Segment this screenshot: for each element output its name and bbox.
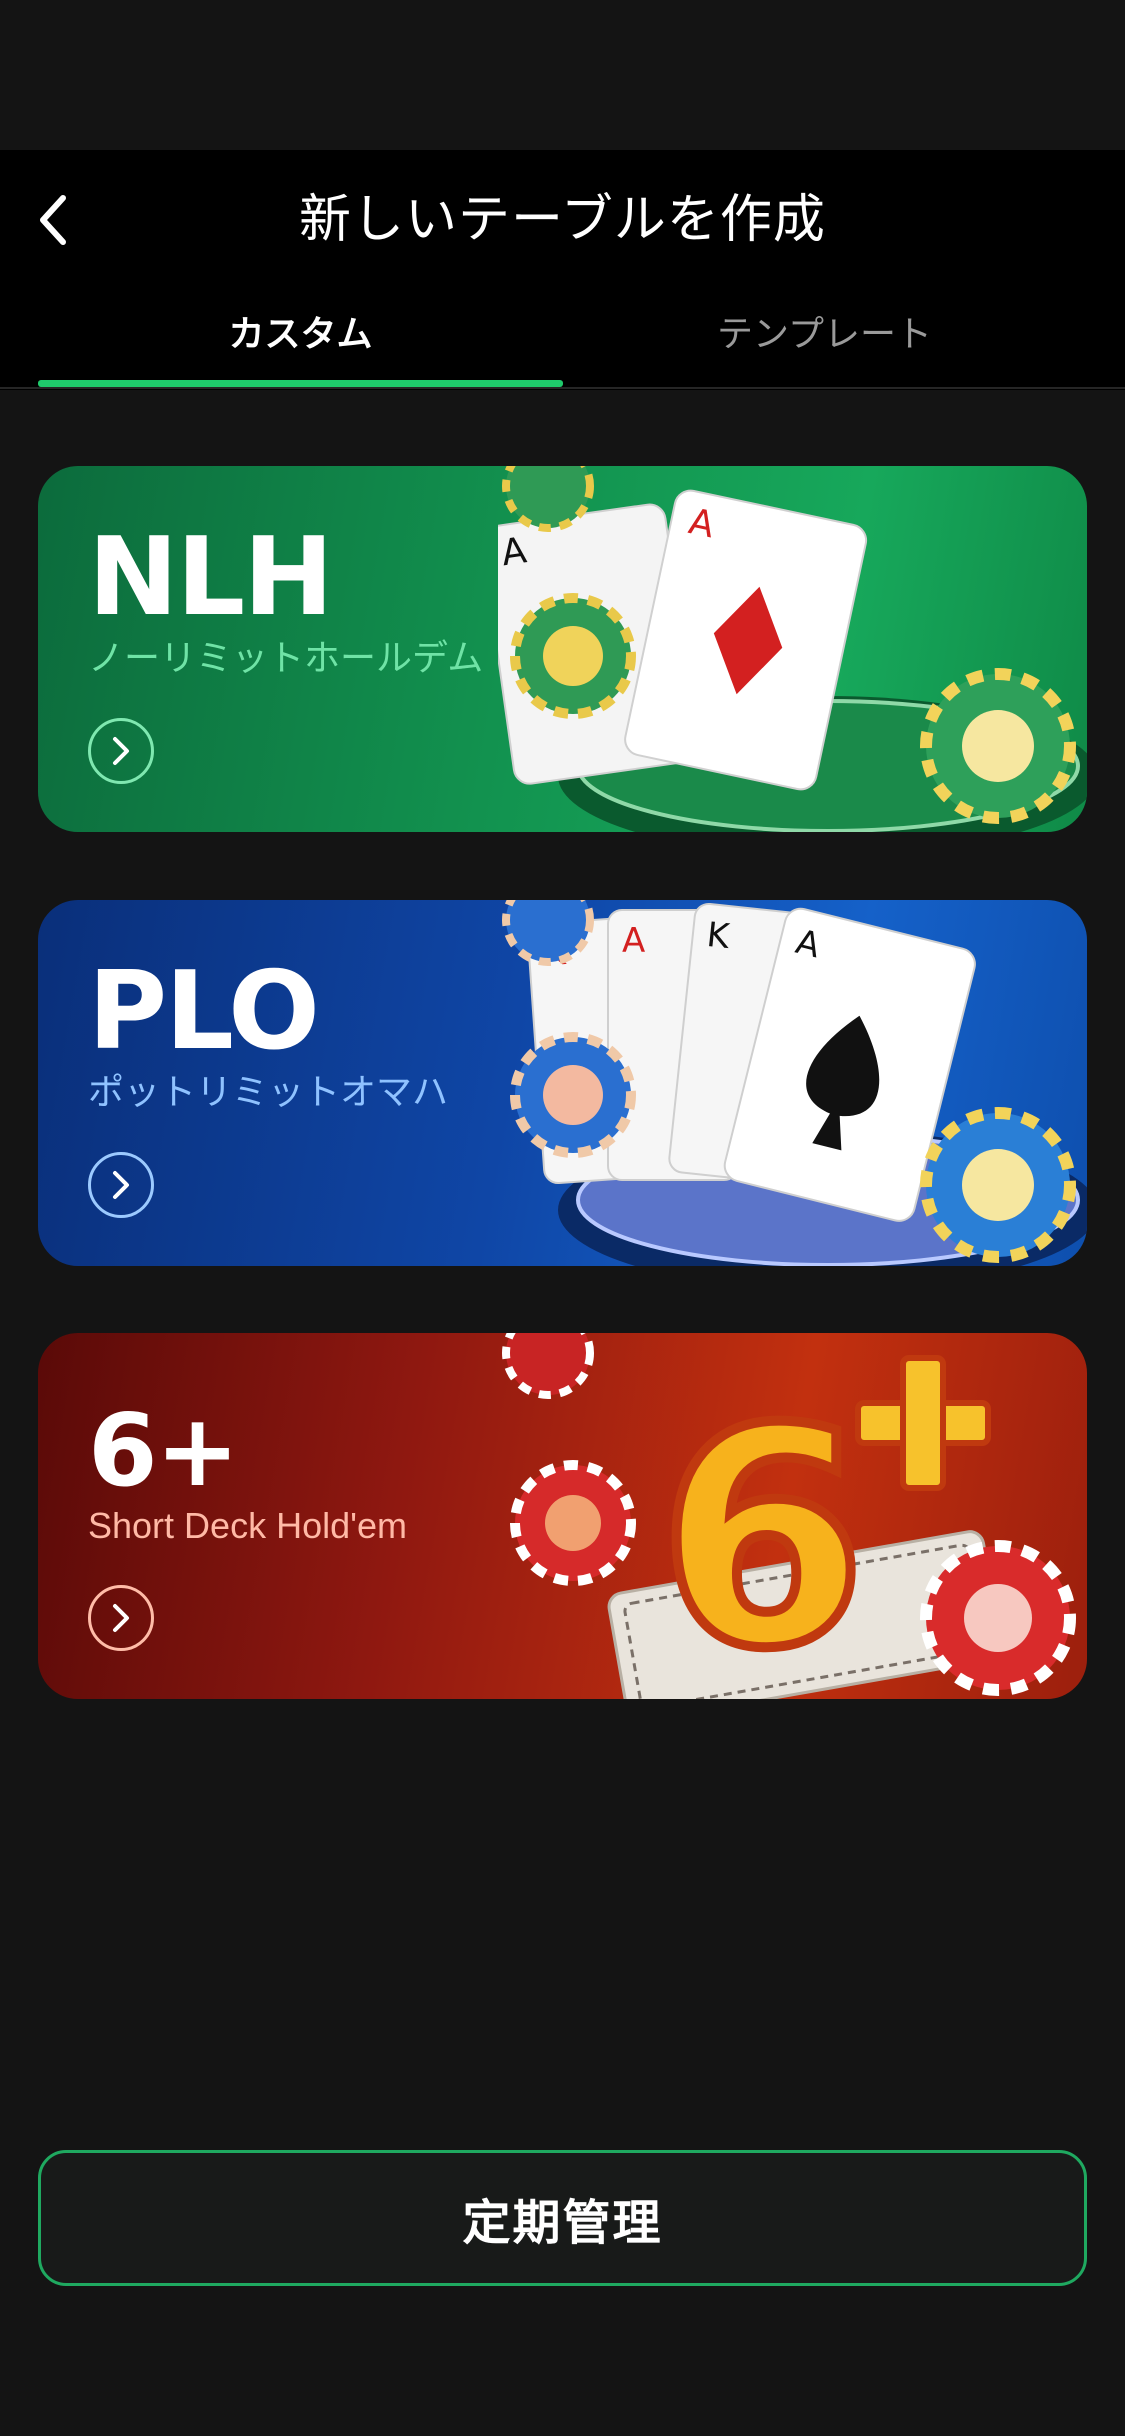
svg-text:6: 6 (658, 1365, 867, 1699)
card-title: NLH (88, 515, 334, 640)
tab-bar: カスタム テンプレート (0, 275, 1125, 390)
chevron-right-icon (113, 1604, 129, 1632)
card-subtitle: ノーリミットホールデム (88, 638, 484, 679)
chevron-right-icon (113, 1171, 129, 1199)
card-subtitle: Short Deck Hold'em (88, 1505, 407, 1546)
svg-text:A: A (622, 921, 645, 961)
poker-table-cards-illustration: K A K A (502, 900, 1087, 1266)
card-arrow-button[interactable] (88, 1152, 154, 1218)
card-title: PLO (88, 949, 320, 1074)
card-subtitle: ポットリミットオマハ (88, 1072, 449, 1113)
tab-template[interactable]: テンプレート (562, 275, 1087, 387)
page-title: 新しいテーブルを作成 (299, 190, 826, 250)
status-bar (0, 0, 1125, 150)
six-plus-illustration: 6 (502, 1333, 1076, 1699)
chevron-right-icon (113, 737, 129, 765)
card-arrow-button[interactable] (88, 718, 154, 784)
game-card-nlh[interactable]: A A NLH ノーリミットホールデム (38, 466, 1087, 832)
card-title: 6+ (88, 1392, 239, 1509)
header: 新しいテーブルを作成 カスタム テンプレート (0, 150, 1125, 390)
card-arrow-button[interactable] (88, 1585, 154, 1651)
tab-custom[interactable]: カスタム (38, 275, 563, 387)
active-tab-indicator (38, 380, 563, 387)
game-card-short-deck[interactable]: 6 6+ Short Deck Hold'em (38, 1333, 1087, 1699)
schedule-manage-button[interactable]: 定期管理 (38, 2150, 1087, 2286)
poker-table-cards-illustration: A A (498, 466, 1087, 832)
game-card-plo[interactable]: K A K A PLO ポットリミットオマハ (38, 900, 1087, 1266)
tabs-divider (0, 387, 1125, 389)
